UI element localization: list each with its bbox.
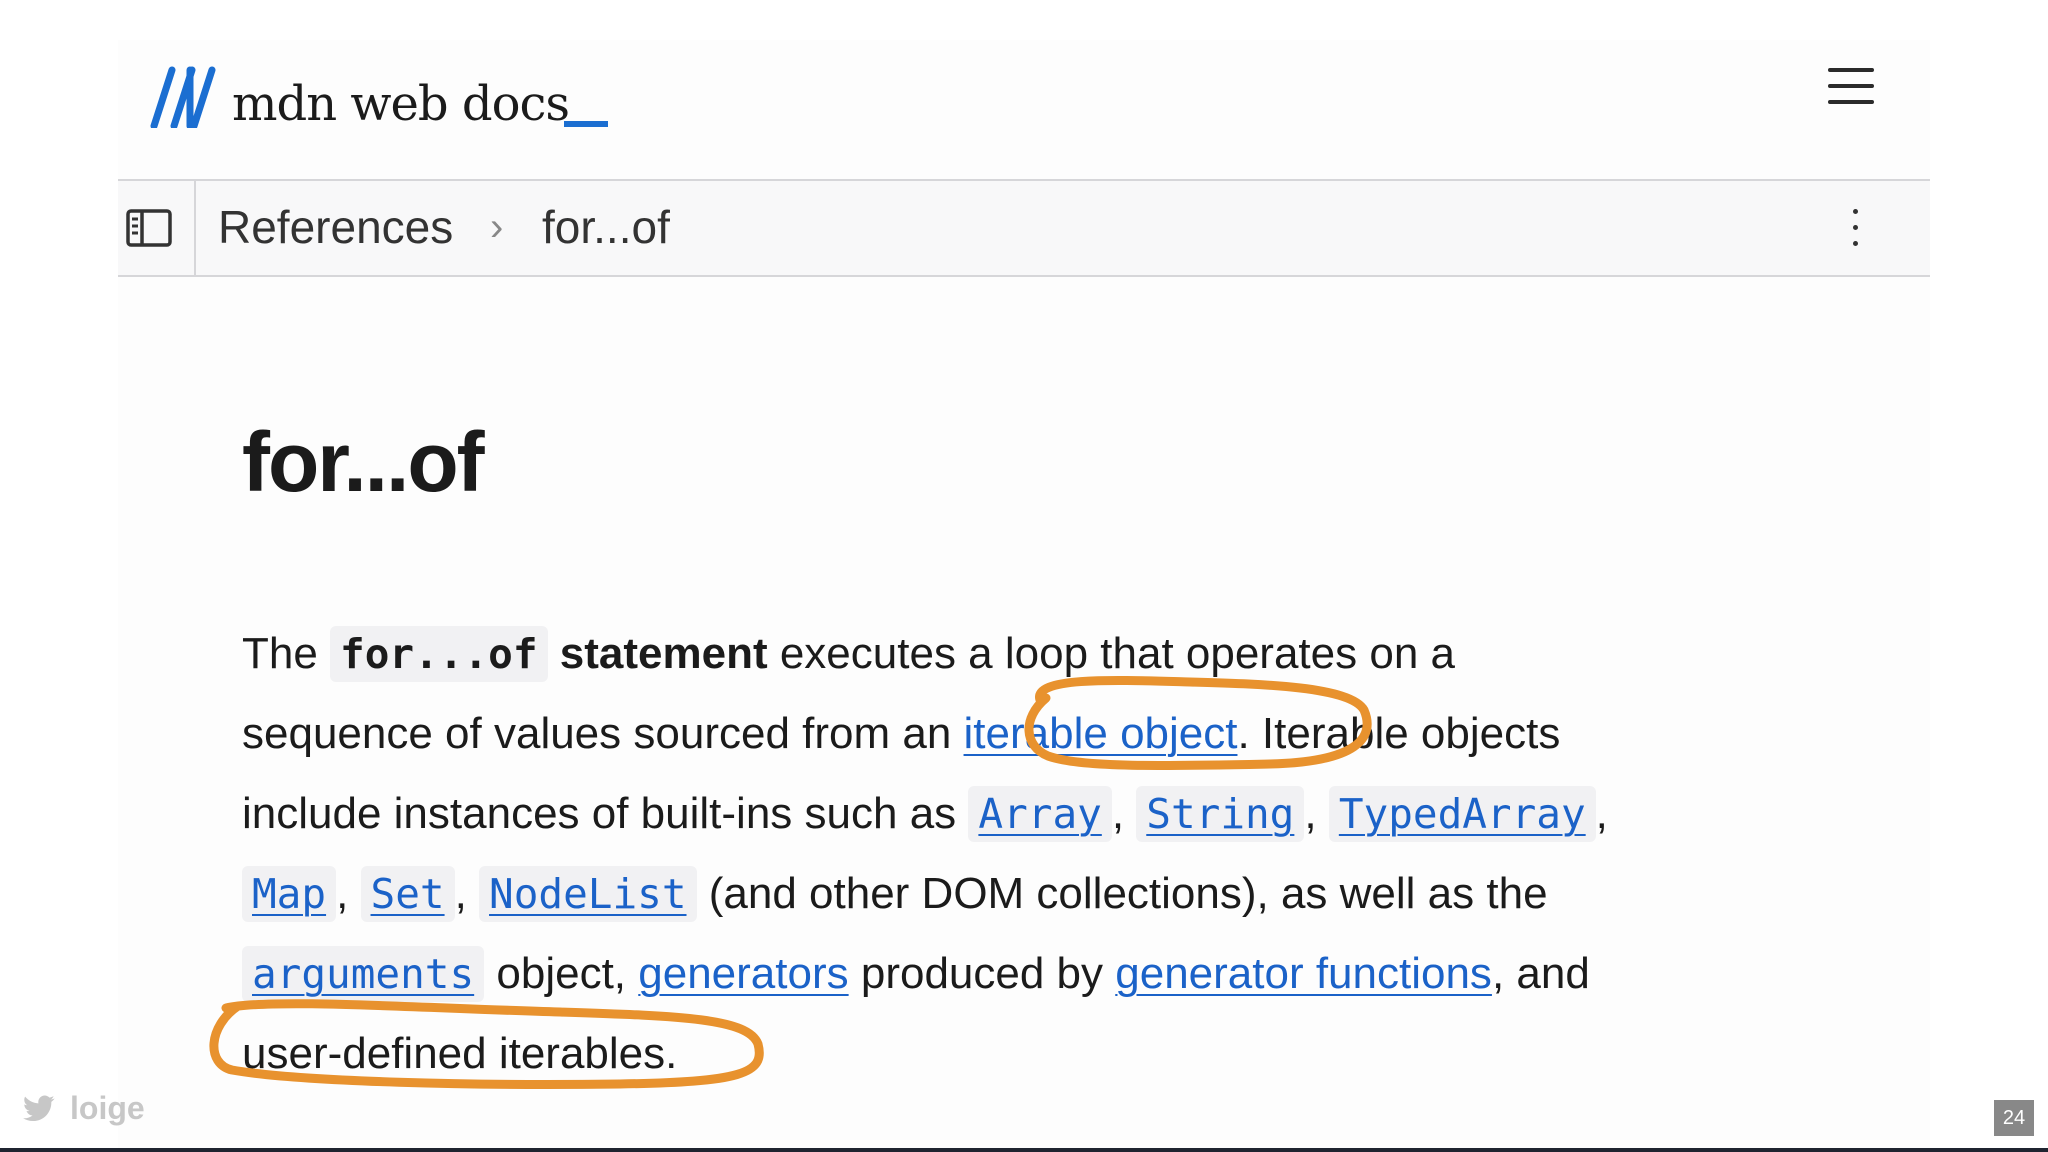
more-vertical-icon: [1853, 209, 1858, 214]
generator-functions-link[interactable]: generator functions: [1115, 949, 1492, 998]
slide-number: 24: [1994, 1100, 2034, 1136]
breadcrumb-bar: References › for...of: [118, 179, 1930, 277]
iterable-object-link[interactable]: iterable object: [964, 709, 1238, 758]
array-link[interactable]: Array: [968, 786, 1112, 842]
page-title: for...of: [242, 415, 485, 509]
bottom-border: [0, 1148, 2048, 1152]
nodelist-link[interactable]: NodeList: [479, 866, 697, 922]
paragraph-line: sequence of values sourced from an itera…: [242, 709, 1561, 758]
intro-paragraph: The for...of statement executes a loop t…: [242, 614, 1802, 1094]
typedarray-link[interactable]: TypedArray: [1328, 786, 1596, 842]
twitter-handle: loige: [22, 1090, 145, 1127]
logo-text: mdn web docs: [232, 76, 570, 132]
paragraph-line: include instances of built-ins such as A…: [242, 774, 1802, 854]
paragraph-line: arguments object, generators produced by…: [242, 934, 1802, 1014]
hamburger-icon: [1828, 68, 1874, 72]
paragraph-line: user-defined iterables.: [242, 1014, 1802, 1094]
mdn-logo[interactable]: mdn web docs: [150, 58, 570, 132]
breadcrumb-separator: ›: [490, 205, 504, 249]
hamburger-menu-button[interactable]: [1820, 62, 1876, 110]
breadcrumb-item-current[interactable]: for...of: [542, 199, 670, 255]
more-options-button[interactable]: [1840, 203, 1870, 253]
paragraph-line: Map, Set, NodeList (and other DOM collec…: [242, 854, 1802, 934]
arguments-link[interactable]: arguments: [242, 946, 485, 1002]
statement-bold: statement: [547, 629, 768, 678]
user-defined-iterables-text: user-defined iterables.: [242, 1029, 678, 1078]
sidebar-toggle-icon: [126, 209, 172, 247]
slide: mdn web docs References › for...of for..…: [0, 0, 2048, 1152]
string-link[interactable]: String: [1136, 786, 1305, 842]
paragraph-line: The for...of statement executes a loop t…: [242, 614, 1802, 694]
twitter-bird-icon: [23, 1095, 55, 1121]
generators-link[interactable]: generators: [638, 949, 848, 998]
sidebar-toggle-button[interactable]: [118, 181, 196, 275]
logo-cursor: [564, 121, 608, 127]
mdn-logo-mark-icon: [150, 66, 216, 128]
code-for-of: for...of: [330, 626, 548, 682]
breadcrumb-item-references[interactable]: References: [218, 199, 453, 255]
map-link[interactable]: Map: [242, 866, 337, 922]
set-link[interactable]: Set: [360, 866, 455, 922]
